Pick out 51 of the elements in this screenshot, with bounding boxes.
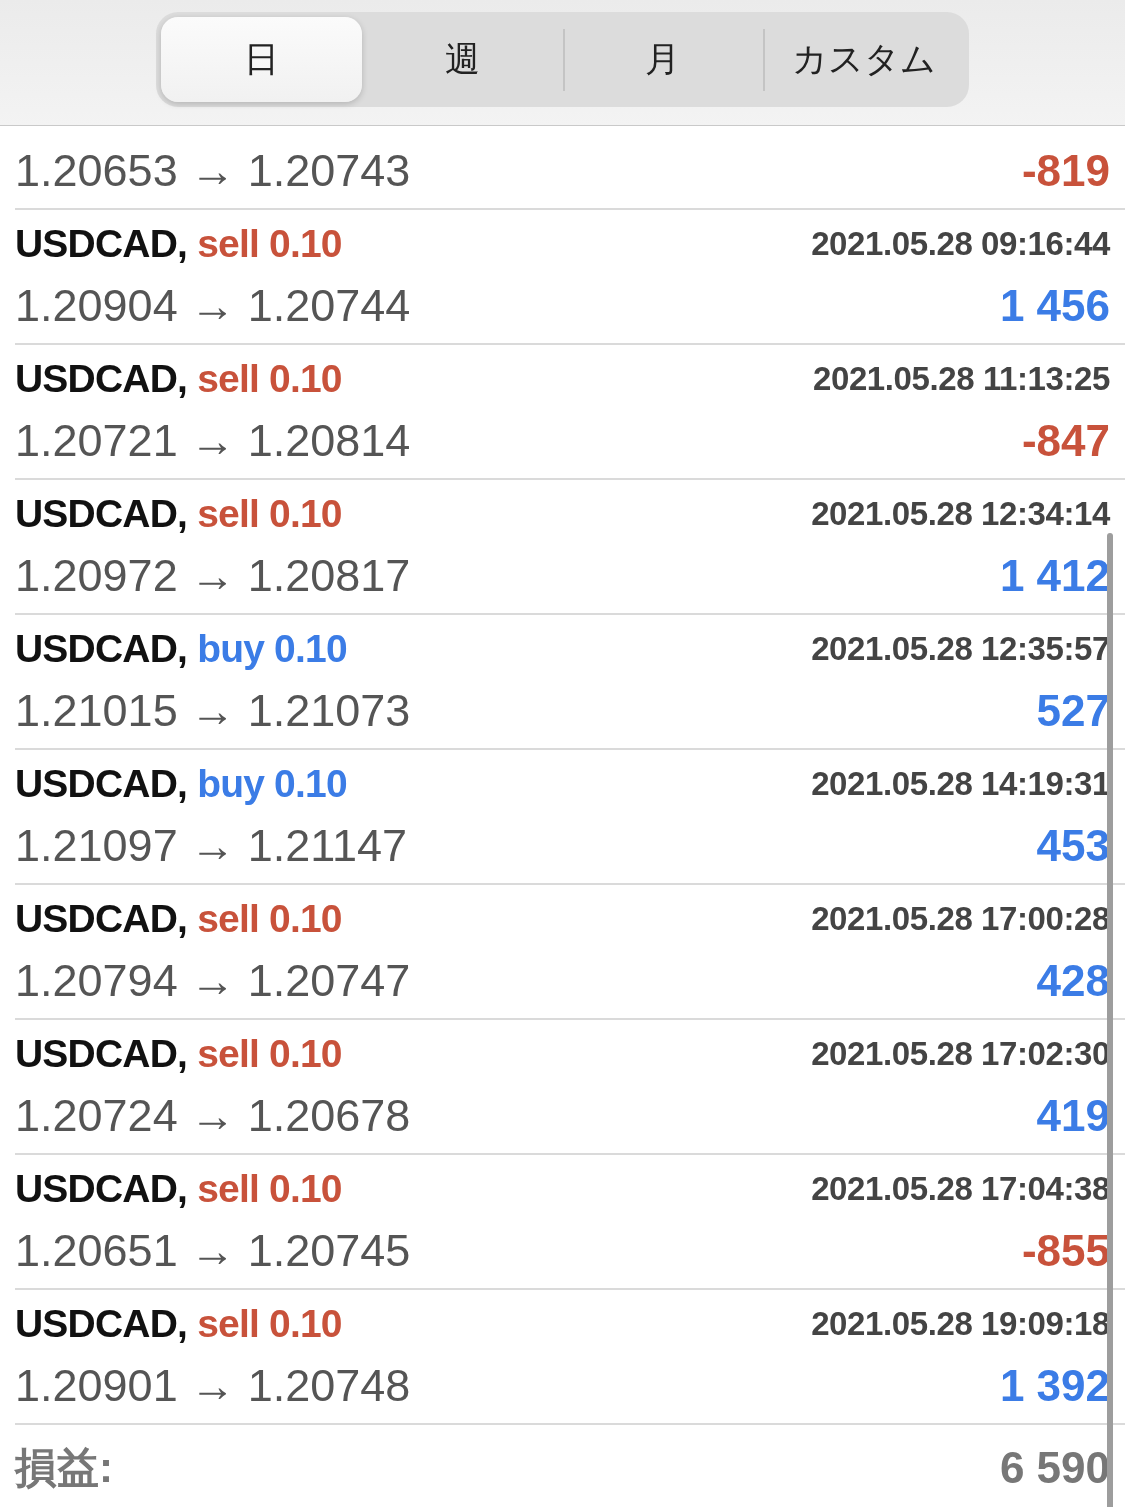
price-change: 1.20972 → 1.20817 xyxy=(15,550,411,602)
price-change: 1.20721 → 1.20814 xyxy=(15,415,411,467)
symbol-label: USDCAD, xyxy=(15,1032,188,1075)
close-time: 2021.05.28 09:16:44 xyxy=(811,225,1110,263)
price-change: 1.20904 → 1.20744 xyxy=(15,280,411,332)
close-time: 2021.05.28 17:00:28 xyxy=(811,900,1110,938)
period-tab[interactable]: 週 xyxy=(361,17,563,102)
order-label: sell 0.10 xyxy=(197,1302,342,1345)
order-label: sell 0.10 xyxy=(197,1032,342,1075)
profit-value: 527 xyxy=(1036,686,1110,736)
price-change: 1.21015 → 1.21073 xyxy=(15,685,411,737)
order-label: sell 0.10 xyxy=(197,357,342,400)
profit-value: -819 xyxy=(1021,146,1110,196)
order-label: sell 0.10 xyxy=(197,1167,342,1210)
close-time: 2021.05.28 14:19:31 xyxy=(811,765,1110,803)
symbol-label: USDCAD, xyxy=(15,897,188,940)
price-change: 1.20794 → 1.20747 xyxy=(15,955,411,1007)
price-change: 1.20724 → 1.20678 xyxy=(15,1090,411,1142)
price-change: 1.20653 → 1.20743 xyxy=(15,145,411,197)
symbol-label: USDCAD, xyxy=(15,222,188,265)
profit-value: 1 392 xyxy=(999,1361,1110,1411)
price-change: 1.20901 → 1.20748 xyxy=(15,1360,411,1412)
profit-value: -855 xyxy=(1021,1226,1110,1276)
total-value: 6 590 xyxy=(999,1443,1110,1493)
profit-value: -847 xyxy=(1021,416,1110,466)
order-label: sell 0.10 xyxy=(197,897,342,940)
symbol-label: USDCAD, xyxy=(15,1302,188,1345)
profit-value: 1 456 xyxy=(999,281,1110,331)
close-time: 2021.05.28 12:34:14 xyxy=(811,495,1110,533)
close-time: 2021.05.28 12:35:57 xyxy=(811,630,1110,668)
profit-value: 1 412 xyxy=(999,551,1110,601)
symbol-label: USDCAD, xyxy=(15,762,188,805)
close-time: 2021.05.28 17:02:30 xyxy=(811,1035,1110,1073)
symbol-label: USDCAD, xyxy=(15,357,188,400)
order-label: buy 0.10 xyxy=(197,627,347,670)
price-change: 1.21097 → 1.21147 xyxy=(15,820,407,872)
close-time: 2021.05.28 11:13:25 xyxy=(813,360,1110,398)
profit-value: 453 xyxy=(1036,821,1110,871)
order-label: sell 0.10 xyxy=(197,492,342,535)
order-label: buy 0.10 xyxy=(197,762,347,805)
total-label: 損益: xyxy=(15,1443,113,1493)
symbol-label: USDCAD, xyxy=(15,492,188,535)
symbol-label: USDCAD, xyxy=(15,627,188,670)
order-label: sell 0.10 xyxy=(197,222,342,265)
close-time: 2021.05.28 19:09:18 xyxy=(811,1305,1110,1343)
price-change: 1.20651 → 1.20745 xyxy=(15,1225,411,1277)
profit-value: 428 xyxy=(1036,956,1110,1006)
profit-value: 419 xyxy=(1036,1091,1110,1141)
symbol-label: USDCAD, xyxy=(15,1167,188,1210)
close-time: 2021.05.28 17:04:38 xyxy=(811,1170,1110,1208)
period-tab[interactable]: 日 xyxy=(161,17,362,102)
